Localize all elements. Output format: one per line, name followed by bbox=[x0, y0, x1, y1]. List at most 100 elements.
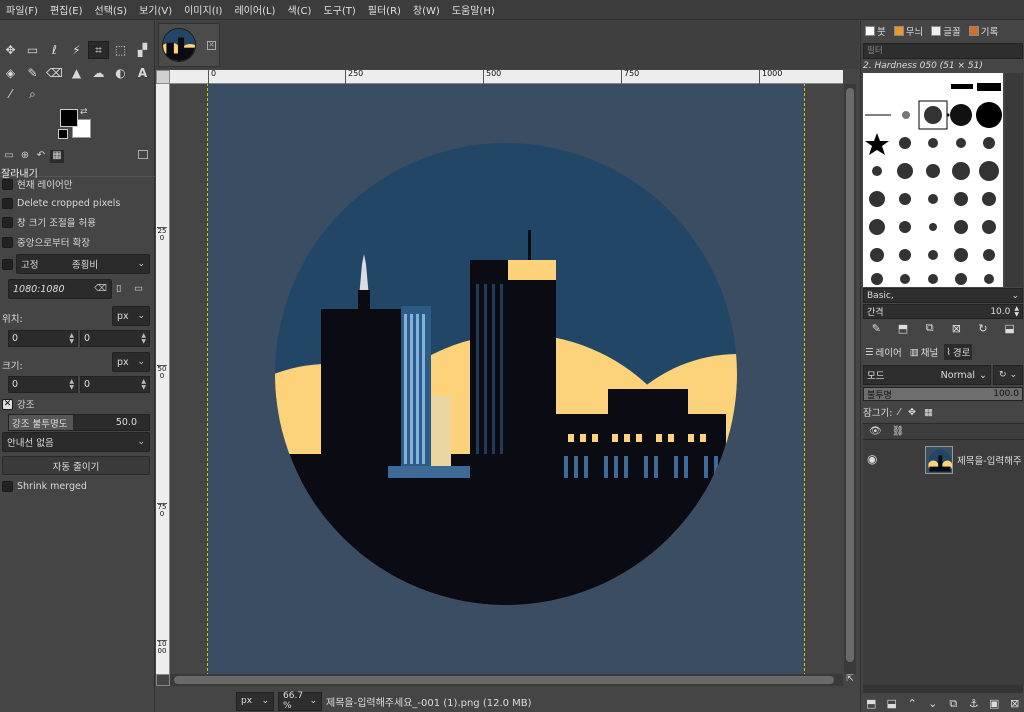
warp-tool-icon[interactable]: ▞ bbox=[132, 41, 153, 59]
tab-brushes[interactable]: 붓 bbox=[863, 23, 888, 39]
tab-paths[interactable]: ⌇ 경로 bbox=[944, 344, 973, 360]
checkbox[interactable] bbox=[2, 258, 13, 270]
zoom-tool-icon[interactable]: ⌕ bbox=[22, 85, 43, 103]
refresh-brushes-icon[interactable]: ↻ bbox=[973, 322, 993, 335]
tab-fonts[interactable]: 글꼴 bbox=[929, 23, 962, 39]
composite-mode-select[interactable]: ↻ ⌄ bbox=[993, 365, 1023, 385]
text-tool-icon[interactable]: A bbox=[132, 64, 153, 82]
image-canvas[interactable] bbox=[207, 84, 805, 674]
mask-layer-icon[interactable]: ▣ bbox=[984, 697, 1004, 710]
quick-mask-toggle[interactable] bbox=[156, 674, 170, 686]
menu-tools[interactable]: 도구(T) bbox=[317, 2, 361, 17]
crop-tool-icon[interactable]: ⌗ bbox=[88, 41, 109, 59]
smudge-tool-icon[interactable]: ☁ bbox=[88, 64, 109, 82]
close-icon[interactable]: ✕ bbox=[207, 41, 216, 50]
tab-layers[interactable]: ☰ 레이어 bbox=[863, 344, 904, 360]
clone-tool-icon[interactable]: ▲ bbox=[66, 64, 87, 82]
brush-spacing-slider[interactable]: 간격 10.0 ▲ ▼ bbox=[863, 304, 1023, 319]
fixed-option[interactable] bbox=[2, 255, 17, 273]
anchor-layer-icon[interactable]: ⚓ bbox=[964, 697, 984, 710]
fuzzy-select-tool-icon[interactable]: ⚡ bbox=[66, 41, 87, 59]
transform-tool-icon[interactable]: ⬚ bbox=[110, 41, 131, 59]
foreground-color-swatch[interactable] bbox=[60, 109, 78, 127]
lower-layer-icon[interactable]: ⌄ bbox=[923, 697, 943, 710]
unit-select[interactable]: px ⌄ bbox=[236, 691, 274, 711]
shrink-merged-option[interactable]: Shrink merged bbox=[2, 477, 87, 495]
horizontal-scrollbar[interactable] bbox=[170, 674, 843, 686]
menu-filters[interactable]: 필터(R) bbox=[362, 2, 407, 17]
brush-grid[interactable] bbox=[863, 73, 1003, 287]
landscape-icon[interactable]: ▭ bbox=[134, 283, 143, 294]
tab-channels[interactable]: ▥ 채널 bbox=[908, 344, 940, 360]
color-picker-tool-icon[interactable]: ⁄ bbox=[0, 85, 21, 103]
edit-brush-icon[interactable]: ✎ bbox=[866, 322, 886, 335]
eraser-tool-icon[interactable]: ⌫ bbox=[44, 64, 65, 82]
menu-edit[interactable]: 편집(E) bbox=[44, 2, 89, 17]
position-x-input[interactable]: 0 ▲ ▼ bbox=[8, 330, 78, 347]
open-brush-icon[interactable]: ⬓ bbox=[1000, 322, 1020, 335]
size-width-input[interactable]: 0 ▲ ▼ bbox=[8, 376, 78, 393]
move-tool-icon[interactable]: ✥ bbox=[0, 41, 21, 59]
spin-arrows-icon[interactable]: ▲ ▼ bbox=[141, 332, 146, 345]
spin-arrows-icon[interactable]: ▲ ▼ bbox=[69, 332, 74, 345]
device-status-tab-icon[interactable]: ⊕ bbox=[18, 150, 32, 163]
raise-layer-icon[interactable]: ⌃ bbox=[902, 697, 922, 710]
undo-history-tab-icon[interactable]: ↶ bbox=[34, 150, 48, 163]
dock-menu-icon[interactable] bbox=[138, 150, 148, 159]
delete-layer-icon[interactable]: ⊠ bbox=[1005, 697, 1024, 710]
image-tab[interactable]: ✕ bbox=[158, 23, 220, 67]
checkbox[interactable] bbox=[2, 216, 13, 228]
size-height-input[interactable]: 0 ▲ ▼ bbox=[80, 376, 150, 393]
vertical-scrollbar[interactable] bbox=[844, 84, 856, 674]
bucket-fill-tool-icon[interactable]: ◈ bbox=[0, 64, 21, 82]
duplicate-layer-icon[interactable]: ⧉ bbox=[943, 697, 963, 711]
position-unit-select[interactable]: px ⌄ bbox=[112, 306, 150, 326]
lock-alpha-icon[interactable]: ▦ bbox=[924, 407, 933, 418]
lasso-tool-icon[interactable]: ℓ bbox=[44, 41, 65, 59]
checkbox[interactable] bbox=[2, 480, 13, 492]
menu-windows[interactable]: 창(W) bbox=[407, 2, 446, 17]
allow-growing-option[interactable]: 창 크기 조절을 허용 bbox=[2, 213, 96, 231]
scrollbar-thumb[interactable] bbox=[174, 676, 834, 684]
ruler-corner[interactable] bbox=[156, 70, 170, 84]
images-tab-icon[interactable]: ▦ bbox=[50, 149, 64, 163]
lock-pixels-icon[interactable]: ⁄ bbox=[898, 407, 900, 418]
spin-arrows-icon[interactable]: ▲ ▼ bbox=[69, 378, 74, 391]
menu-colors[interactable]: 색(C) bbox=[281, 2, 317, 17]
eye-icon[interactable]: ◉ bbox=[867, 452, 877, 466]
rect-select-tool-icon[interactable]: ▭ bbox=[22, 41, 43, 59]
portrait-icon[interactable]: ▯ bbox=[116, 283, 121, 294]
expand-from-center-option[interactable]: 중앙으로부터 확장 bbox=[2, 233, 90, 251]
new-layer-group-icon[interactable]: ⬓ bbox=[882, 697, 902, 710]
guides-select[interactable]: 안내선 없음 ⌄ bbox=[2, 432, 150, 452]
brush-scrollbar[interactable] bbox=[1005, 73, 1023, 287]
lock-position-icon[interactable]: ✥ bbox=[908, 407, 916, 418]
layers-scrollbar[interactable] bbox=[863, 685, 1023, 693]
tab-document-history[interactable]: 기록 bbox=[967, 23, 1000, 39]
brush-set-select[interactable]: Basic, ⌄ bbox=[863, 288, 1023, 303]
highlight-option[interactable]: ✕ 강조 bbox=[2, 395, 34, 413]
tab-patterns[interactable]: 무늬 bbox=[892, 23, 925, 39]
vertical-ruler[interactable]: 250 500 750 1000 bbox=[156, 84, 170, 674]
layers-list[interactable]: 👁 ⛓ ◉ 제목을-입력해주 bbox=[863, 423, 1024, 685]
spin-arrows-icon[interactable]: ▲ ▼ bbox=[1014, 305, 1019, 318]
canvas-viewport[interactable] bbox=[170, 84, 843, 674]
clear-icon[interactable]: ⌫ bbox=[94, 284, 107, 294]
menu-select[interactable]: 선택(S) bbox=[89, 2, 134, 17]
checked-checkbox[interactable]: ✕ bbox=[2, 398, 13, 410]
ratio-input[interactable]: 1080:1080 ⌫ bbox=[8, 279, 112, 299]
checkbox[interactable] bbox=[2, 178, 13, 190]
fixed-mode-select[interactable]: 고정 종횡비 ⌄ bbox=[16, 254, 150, 274]
checkbox[interactable] bbox=[2, 236, 13, 248]
zoom-select[interactable]: 66.7 % ⌄ bbox=[278, 691, 322, 711]
current-layer-only-option[interactable]: 현재 레이어만 bbox=[2, 175, 72, 193]
dodge-tool-icon[interactable]: ◐ bbox=[110, 64, 131, 82]
menu-layer[interactable]: 레이어(L) bbox=[228, 2, 281, 17]
fg-bg-colors[interactable]: ⇄ bbox=[58, 107, 94, 141]
paintbrush-tool-icon[interactable]: ✎ bbox=[22, 64, 43, 82]
spin-arrows-icon[interactable]: ▲ ▼ bbox=[141, 378, 146, 391]
tool-options-tab-icon[interactable]: ▭ bbox=[2, 150, 16, 163]
brush-filter-input[interactable]: 필터 bbox=[863, 43, 1023, 59]
auto-shrink-button[interactable]: 자동 줄이기 bbox=[2, 456, 150, 475]
duplicate-brush-icon[interactable]: ⧉ bbox=[920, 321, 940, 335]
